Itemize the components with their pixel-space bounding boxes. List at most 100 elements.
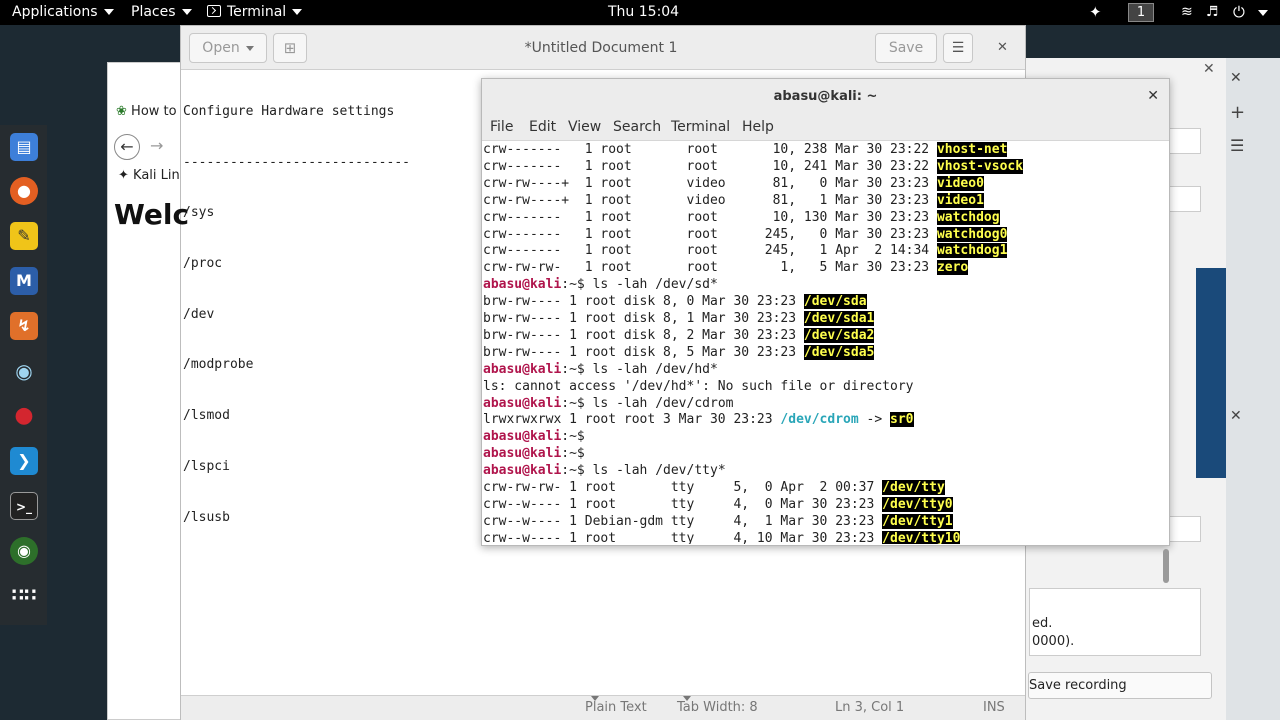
terminal-line: crw-rw-rw- 1 root root 1, 5 Mar 30 23:23… bbox=[483, 259, 969, 276]
close-icon[interactable]: ✕ bbox=[1230, 70, 1242, 86]
close-icon[interactable]: ✕ bbox=[1230, 408, 1242, 424]
menu-file[interactable]: File bbox=[490, 114, 513, 141]
applications-menu[interactable]: Applications bbox=[12, 0, 114, 25]
firefox-icon[interactable]: ● bbox=[10, 177, 38, 205]
output-text: lrwxrwxrwx 1 root root 3 Mar 30 23:23 bbox=[483, 412, 781, 428]
extensions-icon[interactable]: ✦ bbox=[1089, 0, 1102, 25]
output-text: crw-rw-rw- 1 root tty 5, 0 Apr 2 00:37 bbox=[483, 480, 883, 495]
top-panel: Applications Places Terminal Thu 15:04 ✦… bbox=[0, 0, 1280, 25]
device-name: watchdog bbox=[936, 209, 1000, 225]
forward-arrow-icon[interactable]: → bbox=[150, 136, 163, 155]
output-text: -> bbox=[858, 412, 891, 428]
editor-line: /proc bbox=[183, 255, 223, 271]
save-recording-button[interactable]: Save recording bbox=[1028, 672, 1212, 699]
log-line: ed. bbox=[1032, 616, 1053, 631]
editor-headerbar: Open ⊞ *Untitled Document 1 Save ☰ ✕ bbox=[181, 26, 1025, 70]
close-icon[interactable]: ✕ bbox=[1203, 61, 1215, 77]
menu-search[interactable]: Search bbox=[613, 114, 661, 141]
places-menu[interactable]: Places bbox=[131, 0, 192, 25]
terminal-line: crw-rw----+ 1 root video 81, 0 Mar 30 23… bbox=[483, 175, 984, 192]
eye-icon[interactable]: ◉ bbox=[10, 357, 38, 385]
power-icon[interactable]: ⏻ bbox=[1233, 0, 1245, 25]
cursor-position[interactable]: Ln 3, Col 1 bbox=[835, 696, 904, 720]
open-label: Open bbox=[202, 40, 240, 56]
chevron-down-icon bbox=[683, 696, 691, 701]
menu-edit[interactable]: Edit bbox=[529, 114, 556, 141]
terminal-line: brw-rw---- 1 root disk 8, 0 Mar 30 23:23… bbox=[483, 293, 867, 310]
hamburger-menu-icon[interactable]: ☰ bbox=[943, 33, 973, 63]
device-name: watchdog0 bbox=[936, 226, 1008, 242]
clock[interactable]: Thu 15:04 bbox=[608, 0, 679, 25]
show-apps-icon[interactable]: ∷∷ bbox=[10, 582, 38, 610]
chrome-icon[interactable]: ◉ bbox=[10, 537, 38, 565]
browser-tab[interactable]: ❀ How to bbox=[116, 104, 177, 119]
terminal-line: crw--w---- 1 root tty 4, 10 Mar 30 23:23… bbox=[483, 530, 961, 544]
editor-line: /lsusb bbox=[183, 509, 230, 525]
text-editor-icon[interactable]: ✎ bbox=[10, 222, 38, 250]
chevron-down-icon bbox=[181, 9, 192, 15]
editor-line: /sys bbox=[183, 205, 215, 221]
terminal-icon[interactable]: >_ bbox=[10, 492, 38, 520]
prompt-separator: :~$ bbox=[561, 463, 585, 479]
volume-icon[interactable]: ♬ bbox=[1206, 0, 1219, 25]
plus-icon[interactable]: + bbox=[1230, 102, 1245, 123]
output-text: crw------- 1 root root 245, 1 Apr 2 14:3… bbox=[483, 243, 937, 259]
menu-help[interactable]: Help bbox=[742, 114, 774, 141]
terminal-line: brw-rw---- 1 root disk 8, 2 Mar 30 23:23… bbox=[483, 327, 875, 344]
page-heading: Welc bbox=[114, 198, 190, 231]
workspace-indicator[interactable]: 1 bbox=[1128, 3, 1154, 22]
places-label: Places bbox=[131, 4, 176, 20]
insert-mode: INS bbox=[983, 700, 1005, 715]
menu-terminal[interactable]: Terminal bbox=[671, 114, 730, 141]
terminal-line: ls: cannot access '/dev/hd*': No such fi… bbox=[483, 378, 913, 395]
scrollbar-thumb[interactable] bbox=[1163, 549, 1169, 583]
output-text: brw-rw---- 1 root disk 8, 5 Mar 30 23:23 bbox=[483, 344, 804, 360]
device-name: sr0 bbox=[890, 412, 914, 428]
device-name: /dev/sda bbox=[803, 294, 867, 310]
editor-statusbar: Plain Text Tab Width: 8 Ln 3, Col 1 INS bbox=[181, 695, 1025, 720]
open-button[interactable]: Open bbox=[189, 33, 267, 63]
output-text: crw--w---- 1 root tty 4, 10 Mar 30 23:23 bbox=[483, 530, 883, 544]
preview-thumbnail bbox=[1196, 268, 1226, 478]
editor-line: /modprobe bbox=[183, 357, 254, 373]
terminal-line: abasu@kali:~$ ls -lah /dev/sd* bbox=[483, 276, 718, 293]
files-icon[interactable]: ▤ bbox=[10, 133, 38, 161]
burp-icon[interactable]: ↯ bbox=[10, 312, 38, 340]
terminal-output[interactable]: crw------- 1 root root 10, 238 Mar 30 23… bbox=[483, 141, 1159, 544]
background-window-strip[interactable]: ✕ + ☰ ✕ bbox=[1196, 58, 1280, 720]
editor-line: /dev bbox=[183, 306, 215, 322]
close-icon[interactable]: ✕ bbox=[997, 26, 1008, 70]
close-icon[interactable]: ✕ bbox=[1147, 79, 1159, 114]
new-document-icon[interactable]: ⊞ bbox=[273, 33, 307, 63]
menu-icon[interactable]: ☰ bbox=[1230, 136, 1244, 155]
back-arrow-icon[interactable]: ← bbox=[114, 134, 140, 160]
terminal-line: crw------- 1 root root 245, 1 Apr 2 14:3… bbox=[483, 242, 1008, 259]
device-name: /dev/sda2 bbox=[803, 327, 875, 343]
editor-line: /lsmod bbox=[183, 408, 230, 424]
terminal-line: lrwxrwxrwx 1 root root 3 Mar 30 23:23 /d… bbox=[483, 411, 914, 428]
tab-favicon-icon: ❀ bbox=[116, 104, 127, 119]
output-text: brw-rw---- 1 root disk 8, 0 Mar 30 23:23 bbox=[483, 294, 804, 310]
terminal-app-label: Terminal bbox=[227, 4, 287, 20]
device-name: /dev/sda5 bbox=[803, 344, 875, 360]
wifi-icon[interactable]: ≋ bbox=[1181, 0, 1193, 25]
chevron-down-icon bbox=[245, 45, 254, 51]
dock: ▤ ● ✎ M ↯ ◉ ● ❯ >_ ◉ ∷∷ bbox=[0, 125, 47, 625]
chevron-down-icon[interactable] bbox=[1258, 10, 1268, 16]
output-text: crw------- 1 root root 10, 238 Mar 30 23… bbox=[483, 142, 937, 157]
vscode-icon[interactable]: ❯ bbox=[10, 447, 38, 475]
browser-fragment: ❀ How to ← → ✦ Kali Lin Welc bbox=[108, 98, 189, 258]
chevron-down-icon bbox=[591, 696, 599, 701]
command-text: ls -lah /dev/tty* bbox=[584, 463, 726, 479]
save-button[interactable]: Save bbox=[875, 33, 937, 63]
bookmark-item[interactable]: ✦ Kali Lin bbox=[118, 168, 180, 183]
device-name: video1 bbox=[936, 192, 984, 208]
terminal-app-menu[interactable]: Terminal bbox=[207, 0, 303, 25]
terminal-window[interactable]: abasu@kali: ~ ✕ File Edit View Search Te… bbox=[481, 78, 1170, 583]
terminal-line: crw--w---- 1 root tty 4, 0 Mar 30 23:23 … bbox=[483, 496, 953, 513]
menu-view[interactable]: View bbox=[568, 114, 601, 141]
metasploit-icon[interactable]: M bbox=[10, 267, 38, 295]
editor-text-area[interactable]: Configure Hardware settings ------------… bbox=[183, 70, 483, 560]
cherry-icon[interactable]: ● bbox=[10, 402, 38, 430]
chevron-down-icon bbox=[103, 9, 114, 15]
